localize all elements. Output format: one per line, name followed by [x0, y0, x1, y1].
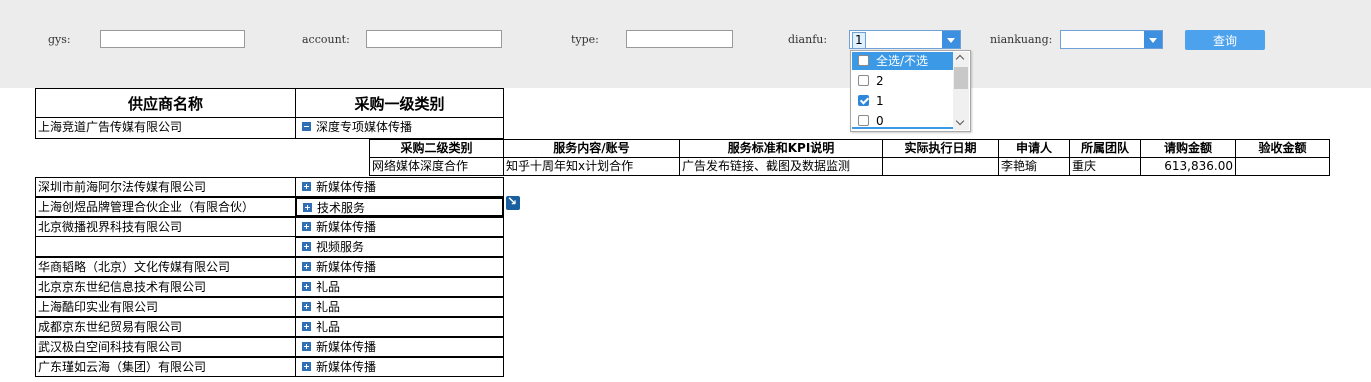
category1-cell: 新媒体传播: [295, 177, 504, 197]
expand-icon[interactable]: [302, 262, 311, 271]
option-label: 全选/不选: [876, 54, 929, 68]
sub-header-kpi: 服务标准和KPI说明: [679, 139, 883, 158]
expand-icon[interactable]: [302, 362, 311, 371]
filter-bar: gys: account: type: dianfu: 1 niankuang:…: [0, 0, 1371, 88]
gys-input[interactable]: [100, 30, 245, 48]
sub-header-team: 所属团队: [1069, 139, 1141, 158]
category1-cell: 深度专项媒体传播: [295, 117, 504, 139]
expand-icon[interactable]: [302, 342, 311, 351]
sub-cell-exec-date: [882, 157, 999, 176]
sub-cell-content: 知乎十周年知x计划合作: [503, 157, 680, 176]
sub-cell-kpi: 广告发布链接、截图及数据监测: [679, 157, 883, 176]
category1-label: 礼品: [316, 280, 341, 294]
dropdown-option-select-all[interactable]: 全选/不选: [852, 52, 955, 70]
category1-header: 采购一级类别: [295, 88, 504, 118]
niankuang-select[interactable]: [1060, 30, 1163, 49]
supplier-cell: 华商韬略（北京）文化传媒有限公司: [35, 257, 296, 277]
scrollbar-thumb[interactable]: [954, 67, 968, 89]
category1-cell: 礼品: [295, 297, 504, 317]
sub-cell-request-amount: 613,836.00: [1140, 157, 1236, 176]
category1-cell: 礼品: [295, 277, 504, 297]
category1-label: 新媒体传播: [316, 220, 377, 234]
category1-label: 深度专项媒体传播: [316, 120, 413, 134]
category1-cell: 新媒体传播: [295, 257, 504, 277]
supplier-cell: 北京微播视界科技有限公司: [35, 217, 296, 237]
dianfu-label: dianfu:: [788, 33, 828, 46]
category1-label: 新媒体传播: [316, 340, 377, 354]
sub-cell-category2: 网络媒体深度合作: [369, 157, 504, 176]
dropdown-scrollbar[interactable]: [953, 52, 969, 130]
category1-cell: 新媒体传播: [295, 217, 504, 237]
gys-label: gys:: [48, 33, 71, 46]
category1-cell: 礼品: [295, 317, 504, 337]
checkbox[interactable]: [858, 55, 869, 66]
niankuang-label: niankuang:: [990, 33, 1053, 46]
category1-label: 礼品: [316, 300, 341, 314]
supplier-header: 供应商名称: [35, 88, 296, 118]
supplier-cell: 成都京东世纪贸易有限公司: [35, 317, 296, 337]
checkbox[interactable]: [858, 75, 869, 86]
type-label: type:: [571, 33, 599, 46]
category1-label: 技术服务: [317, 201, 366, 215]
checkbox-checked[interactable]: [858, 95, 869, 106]
category1-label: 新媒体传播: [316, 180, 377, 194]
query-button[interactable]: 查询: [1185, 30, 1265, 50]
focus-indicator: [852, 127, 953, 129]
sub-cell-team: 重庆: [1069, 157, 1141, 176]
expand-icon[interactable]: [302, 222, 311, 231]
supplier-cell: 武汉极白空间科技有限公司: [35, 337, 296, 357]
chevron-down-icon[interactable]: [942, 31, 960, 48]
sub-header-applicant: 申请人: [998, 139, 1070, 158]
dianfu-select[interactable]: 1: [849, 30, 961, 49]
category1-label: 新媒体传播: [316, 260, 377, 274]
expand-icon[interactable]: [302, 242, 311, 251]
sub-header-content: 服务内容/账号: [503, 139, 680, 158]
chevron-down-icon[interactable]: [1144, 31, 1162, 48]
category1-label: 视频服务: [316, 240, 365, 254]
sub-header-accept-amount: 验收金额: [1235, 139, 1330, 158]
chevron-down-icon[interactable]: [953, 116, 969, 130]
category1-label: 礼品: [316, 320, 341, 334]
expand-icon[interactable]: [302, 322, 311, 331]
sub-header-category2: 采购二级类别: [369, 139, 504, 158]
category1-cell: 视频服务: [295, 237, 504, 257]
expand-icon[interactable]: [302, 302, 311, 311]
collapse-icon[interactable]: [302, 122, 311, 131]
sub-header-exec-date: 实际执行日期: [882, 139, 999, 158]
supplier-cell: 广东瑾如云海（集团）有限公司: [35, 357, 296, 377]
checkbox[interactable]: [858, 115, 869, 126]
fill-handle-icon[interactable]: [506, 194, 520, 210]
sub-cell-accept-amount: [1235, 157, 1330, 176]
supplier-cell: 上海创煜品牌管理合伙企业（有限合伙）: [35, 197, 296, 217]
account-input[interactable]: [366, 30, 502, 48]
supplier-cell: 北京京东世纪信息技术有限公司: [35, 277, 296, 297]
account-label: account:: [302, 33, 350, 46]
expand-icon[interactable]: [302, 182, 311, 191]
option-label: 1: [876, 94, 884, 108]
expand-icon[interactable]: [302, 282, 311, 291]
sub-cell-applicant: 李艳瑜: [998, 157, 1070, 176]
type-input[interactable]: [626, 30, 733, 48]
expand-icon[interactable]: [303, 203, 312, 212]
dianfu-dropdown: 全选/不选 2 1 0: [850, 50, 971, 132]
category1-cell-selected[interactable]: 技术服务: [295, 197, 504, 217]
sub-header-request-amount: 请购金额: [1140, 139, 1236, 158]
category1-cell: 新媒体传播: [295, 337, 504, 357]
dianfu-value: 1: [852, 32, 866, 49]
option-label: 2: [876, 74, 884, 88]
chevron-up-icon[interactable]: [953, 52, 969, 66]
dropdown-option-2[interactable]: 2: [852, 72, 955, 90]
supplier-cell: 上海酷印实业有限公司: [35, 297, 296, 317]
category1-cell: 新媒体传播: [295, 357, 504, 377]
supplier-cell: 上海竞道广告传媒有限公司: [35, 117, 296, 139]
dropdown-option-1[interactable]: 1: [852, 92, 955, 110]
category1-label: 新媒体传播: [316, 360, 377, 374]
supplier-cell: 深圳市前海阿尔法传媒有限公司: [35, 177, 296, 197]
supplier-cell: [35, 237, 296, 257]
